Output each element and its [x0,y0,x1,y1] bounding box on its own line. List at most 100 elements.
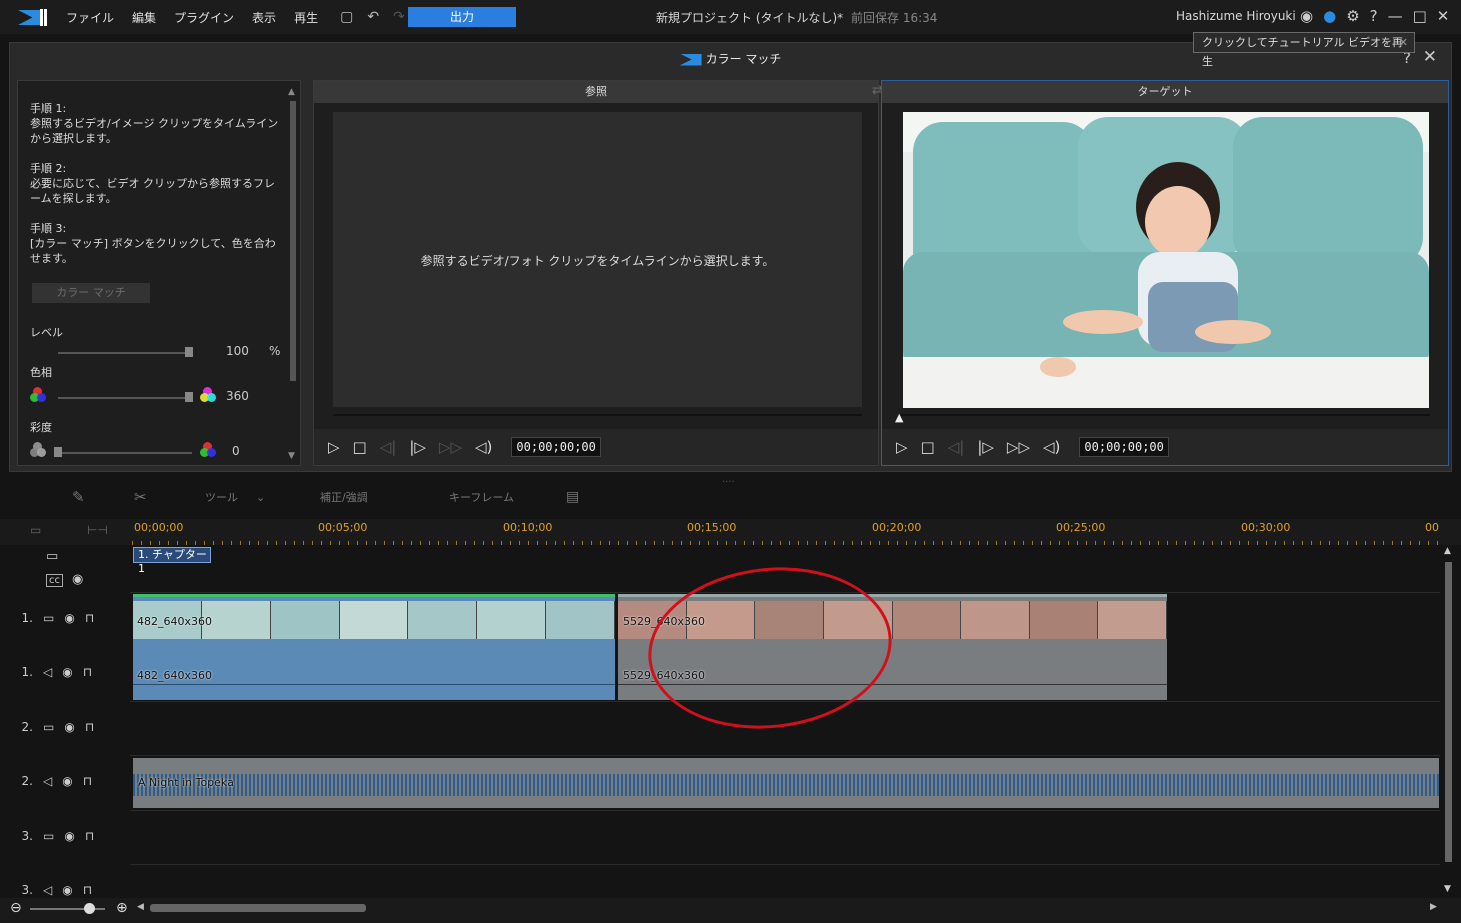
level-unit: % [269,344,281,358]
close-icon[interactable]: ✕ [1423,47,1437,67]
video-clip-1[interactable]: 482_640x360 482_640x360 [133,594,615,700]
track-number: 1. [21,611,33,625]
target-scrubber[interactable] [901,414,1430,416]
clip-list-icon[interactable]: ▤ [566,489,579,505]
fast-forward-icon[interactable]: ▷▷ [1007,438,1030,456]
menu-file[interactable]: ファイル [66,9,114,26]
track-manager-icon[interactable]: ▭ [30,523,41,537]
play-icon[interactable]: ▷ [328,438,340,456]
next-frame-icon[interactable]: |▷ [409,438,426,456]
music-clip[interactable]: A Night in Topeka [133,758,1439,808]
redo-icon[interactable]: ↷ [393,9,405,25]
pencil-icon[interactable]: ✎ [72,488,85,506]
saturation-slider-knob[interactable] [54,447,62,457]
user-name: Hashizume Hiroyuki [1176,9,1296,23]
ruler-tick: 00;25;00 [1056,521,1106,534]
playhead-icon[interactable]: ▲ [895,411,903,424]
account-icon[interactable]: ◉ [1300,7,1313,25]
gear-icon[interactable]: ⚙ [1346,7,1359,25]
tools-menu[interactable]: ツール [205,489,238,505]
scroll-up-icon[interactable]: ▲ [288,87,295,97]
prev-frame-icon[interactable]: ◁| [948,438,965,456]
track-header-audio-1: 1. ◁ ◉ ⊓ [7,665,127,679]
zoom-in-icon[interactable]: ⊕ [116,900,128,916]
timeline-vscroll-thumb[interactable] [1445,562,1452,862]
eye-icon[interactable]: ◉ [62,665,72,679]
lock-icon[interactable]: ⊓ [83,883,92,897]
fit-timeline-icon[interactable]: ⊢⊣ [87,523,108,537]
help-icon[interactable]: ? [1370,7,1378,25]
fast-forward-icon[interactable]: ▷▷ [439,438,462,456]
correction-button[interactable]: 補正/強調 [320,489,368,505]
reference-scrubber[interactable] [333,414,862,416]
zoom-out-icon[interactable]: ⊖ [10,900,22,916]
menu-plugin[interactable]: プラグイン [174,9,234,26]
maximize-icon[interactable]: □ [1413,7,1427,25]
next-frame-icon[interactable]: |▷ [977,438,994,456]
chapter-marker-icon[interactable]: ▭ [46,549,58,564]
color-match-dialog: カラー マッチ ? ✕ 手順 1: 参照するビデオ/イメージ クリップをタイムライ… [9,42,1452,472]
lock-icon[interactable]: ⊓ [85,829,94,843]
volume-icon[interactable]: ◁) [475,438,492,456]
play-icon[interactable]: ▷ [896,438,908,456]
lock-icon[interactable]: ⊓ [85,720,94,734]
saturation-slider[interactable] [58,452,192,454]
eye-icon[interactable]: ◉ [64,720,74,734]
output-button[interactable]: 出力 [408,7,516,27]
project-name: 新規プロジェクト (タイトルなし)* [656,11,844,25]
menu-edit[interactable]: 編集 [132,9,156,26]
instructions-panel: 手順 1: 参照するビデオ/イメージ クリップをタイムラインから選択します。 手順… [17,80,301,466]
chapter-marker[interactable]: 1. チャプター 1 [133,547,211,575]
ruler-tick: 00;30;00 [1241,521,1291,534]
track-number: 1. [21,665,33,679]
lock-icon[interactable]: ⊓ [83,774,92,788]
close-icon[interactable]: ✕ [1437,7,1450,25]
save-icon[interactable]: ▢ [340,9,353,25]
scroll-thumb[interactable] [290,101,296,381]
color-match-button[interactable]: カラー マッチ [32,283,150,303]
eye-icon[interactable]: ◉ [62,883,72,897]
tooltip-close-icon[interactable]: ✕ [1399,33,1408,52]
chevron-down-icon[interactable]: ⌄ [256,491,265,504]
target-timecode[interactable]: 00;00;00;00 [1079,437,1169,457]
scissors-icon[interactable]: ✂ [134,488,147,506]
timeline-hscroll-thumb[interactable] [150,904,366,912]
step-1-head: 手順 1: [30,102,67,115]
eye-icon[interactable]: ◉ [64,829,74,843]
keyframe-button[interactable]: キーフレーム [449,489,514,505]
notification-icon[interactable]: ● [1323,7,1336,25]
menu-playback[interactable]: 再生 [294,9,318,26]
lock-icon[interactable]: ⊓ [85,611,94,625]
eye-icon[interactable]: ◉ [72,572,83,587]
minimize-icon[interactable]: — [1388,7,1403,25]
subtitle-cc-icon[interactable]: cc [46,574,63,587]
reference-timecode[interactable]: 00;00;00;00 [511,437,601,457]
volume-icon[interactable]: ◁) [1043,438,1060,456]
eye-icon[interactable]: ◉ [62,774,72,788]
volume-line[interactable] [133,684,615,685]
eye-icon[interactable]: ◉ [64,611,74,625]
menu-view[interactable]: 表示 [252,9,276,26]
lock-icon[interactable]: ⊓ [83,665,92,679]
reference-panel: 参照 参照するビデオ/フォト クリップをタイムラインから選択します。 ▷ □ ◁… [313,80,879,466]
speaker-icon: ◁ [43,665,53,679]
undo-icon[interactable]: ↶ [367,9,379,25]
scroll-up-icon[interactable]: ▲ [1444,546,1451,556]
hue-slider[interactable] [58,397,192,399]
reference-preview: 参照するビデオ/フォト クリップをタイムラインから選択します。 [333,112,862,407]
hue-slider-knob[interactable] [185,392,193,402]
scroll-down-icon[interactable]: ▼ [1444,884,1451,894]
instructions-scrollbar[interactable]: ▲ ▼ [288,87,298,461]
level-slider-knob[interactable] [185,347,193,357]
tutorial-tooltip[interactable]: クリックしてチュートリアル ビデオを再生 ✕ [1193,32,1415,68]
scroll-left-icon[interactable]: ◀ [137,902,144,912]
window-controls: ◉ ● ⚙ ? — □ ✕ [1300,7,1449,25]
level-slider[interactable] [58,352,192,354]
scroll-down-icon[interactable]: ▼ [288,451,295,461]
scroll-right-icon[interactable]: ▶ [1430,902,1437,912]
prev-frame-icon[interactable]: ◁| [380,438,397,456]
stop-icon[interactable]: □ [353,438,367,456]
stop-icon[interactable]: □ [921,438,935,456]
track-header-video-1: 1. ▭ ◉ ⊓ [7,611,127,625]
zoom-slider-knob[interactable] [84,903,95,914]
